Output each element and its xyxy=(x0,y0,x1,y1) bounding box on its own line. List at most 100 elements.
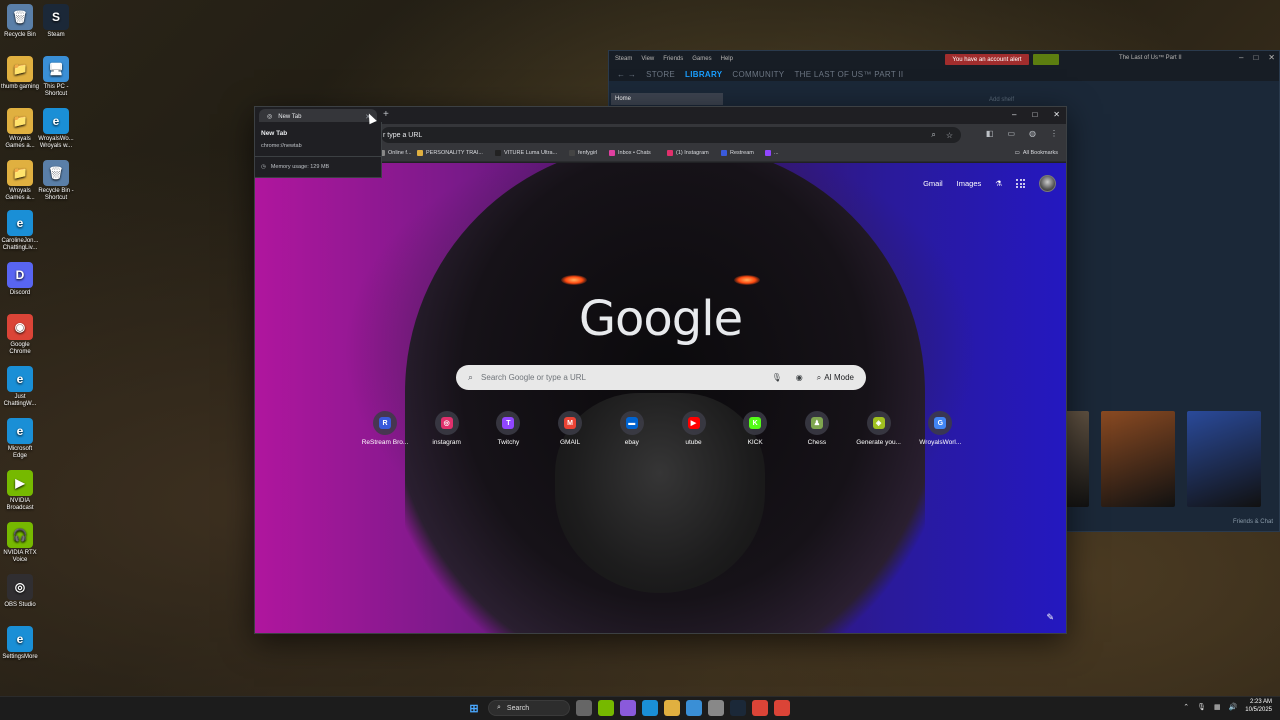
game-tile[interactable] xyxy=(1101,411,1175,507)
shortcut-tile[interactable]: M GMAIL xyxy=(540,411,600,446)
steam-friends-button[interactable] xyxy=(1033,54,1059,65)
taskbar-settings-icon[interactable] xyxy=(708,700,724,716)
desktop-icon[interactable]: e SettingsMore xyxy=(0,626,40,661)
bookmark-item[interactable]: fenfygirl xyxy=(569,150,597,156)
ai-mode-button[interactable]: ⌕ AI Mode xyxy=(817,373,854,383)
bookmark-item[interactable]: ... xyxy=(765,150,779,156)
network-icon[interactable]: ▦ xyxy=(1214,703,1221,711)
desktop-icon[interactable]: ◎ OBS Studio xyxy=(0,574,40,609)
steam-nav-item[interactable]: THE LAST OF US™ PART II xyxy=(794,70,903,79)
taskbar-chrome-icon[interactable] xyxy=(752,700,768,716)
steam-current-game[interactable]: The Last of Us™ Part II xyxy=(1119,55,1182,61)
microphone-icon[interactable]: 🎙 xyxy=(772,373,782,382)
steam-nav-item[interactable]: STORE xyxy=(646,70,675,79)
desktop-icon[interactable]: 📁 Wroyals Games a... xyxy=(0,160,40,202)
desktop-icon[interactable]: e Just ChattingW... xyxy=(0,366,40,408)
gmail-link[interactable]: Gmail xyxy=(923,179,943,188)
customize-pencil-icon[interactable]: ✎ xyxy=(1046,612,1054,623)
shortcut-tile[interactable]: K KICK xyxy=(725,411,785,446)
bookmark-star-icon[interactable]: ☆ xyxy=(946,131,953,140)
desktop-icon[interactable]: e Microsoft Edge xyxy=(0,418,40,460)
shortcut-tile[interactable]: R ReStream Bro... xyxy=(355,411,415,446)
microphone-icon[interactable]: 🎙 xyxy=(1197,703,1206,711)
maximize-icon[interactable]: □ xyxy=(1032,110,1037,119)
omnibox[interactable]: r type a URL ⌕ ☆ xyxy=(381,127,961,143)
start-windows-icon[interactable]: ⊞ xyxy=(466,700,482,716)
desktop-app-icon: e xyxy=(7,626,33,652)
extensions-icon[interactable]: ◧ xyxy=(986,129,994,138)
minimize-icon[interactable]: – xyxy=(1012,110,1016,119)
bookmark-item[interactable]: PERSONALITY TRAI... xyxy=(417,150,483,156)
close-icon[interactable]: ✕ xyxy=(1053,110,1060,119)
search-box[interactable]: ⌕ Search Google or type a URL 🎙 ◉ ⌕ AI M… xyxy=(456,365,866,390)
desktop-icon[interactable]: 🖥 This PC - Shortcut xyxy=(36,56,76,98)
desktop-icon[interactable]: ◉ Google Chrome xyxy=(0,314,40,356)
desktop-icon[interactable]: ▶ NVIDIA Broadcast xyxy=(0,470,40,512)
taskbar-edge-icon[interactable] xyxy=(642,700,658,716)
bookmark-item[interactable]: VITURE Luma Ultra... xyxy=(495,150,557,156)
taskbar-file-explorer-icon[interactable] xyxy=(664,700,680,716)
steam-nav-item[interactable]: LIBRARY xyxy=(685,70,722,79)
bookmark-item[interactable]: Inbox • Chats xyxy=(609,150,651,156)
apps-grid-icon[interactable] xyxy=(1016,179,1025,188)
steam-menu-item[interactable]: Games xyxy=(692,56,711,62)
desktop-icon[interactable]: 🗑 Recycle Bin - Shortcut xyxy=(36,160,76,202)
game-tile[interactable] xyxy=(1187,411,1261,507)
images-link[interactable]: Images xyxy=(957,179,982,188)
desktop-icon[interactable]: e CarolineJon... ChattingLiv... xyxy=(0,210,40,252)
avatar[interactable] xyxy=(1039,175,1056,192)
bookmark-label: (1) Instagram xyxy=(676,150,709,156)
shortcut-tile[interactable]: ♟ Chess xyxy=(787,411,847,446)
all-bookmarks-button[interactable]: ▭ All Bookmarks xyxy=(1015,150,1058,156)
desktop-icon[interactable]: D Discord xyxy=(0,262,40,297)
shortcut-tile[interactable]: ◎ instagram xyxy=(417,411,477,446)
side-panel-icon[interactable]: ▭ xyxy=(1007,129,1015,138)
friends-chat-button[interactable]: Friends & Chat xyxy=(1233,519,1273,525)
add-shelf-button[interactable]: Add shelf xyxy=(989,97,1014,103)
volume-icon[interactable]: 🔊 xyxy=(1229,703,1238,711)
close-icon[interactable]: ✕ xyxy=(1268,53,1275,62)
shortcut-tile[interactable]: G WroyalsWorl... xyxy=(910,411,970,446)
new-tab-button[interactable]: + xyxy=(383,109,389,120)
labs-flask-icon[interactable]: ⚗ xyxy=(995,179,1002,188)
zoom-icon[interactable]: ⌕ xyxy=(931,130,935,140)
taskbar-steam-icon[interactable] xyxy=(730,700,746,716)
taskbar-nvidia-icon[interactable] xyxy=(598,700,614,716)
steam-menu-item[interactable]: Steam xyxy=(615,56,632,62)
shortcut-tile[interactable]: ▶ utube xyxy=(664,411,724,446)
desktop-icon[interactable]: 📁 Wroyals Games a... xyxy=(0,108,40,150)
desktop-icon[interactable]: S Steam xyxy=(36,4,76,39)
chevron-up-icon[interactable]: ⌃ xyxy=(1183,703,1189,711)
search-input[interactable]: Search Google or type a URL xyxy=(481,373,586,382)
shortcut-tile[interactable]: ▬ ebay xyxy=(602,411,662,446)
bookmark-item[interactable]: (1) Instagram xyxy=(667,150,709,156)
taskbar-copilot-icon[interactable] xyxy=(620,700,636,716)
desktop-icon[interactable]: 🎧 NVIDIA RTX Voice xyxy=(0,522,40,564)
minimize-icon[interactable]: – xyxy=(1239,53,1243,62)
lens-icon[interactable]: ◉ xyxy=(796,373,803,382)
bookmark-item[interactable]: Online f... xyxy=(379,150,412,156)
maximize-icon[interactable]: □ xyxy=(1253,53,1258,62)
desktop-icon[interactable]: e WroyalsWo... Wroyals w... xyxy=(36,108,76,150)
shortcut-favicon-icon: ◈ xyxy=(872,417,885,429)
shortcut-tile[interactable]: T Twitchy xyxy=(478,411,538,446)
taskbar-store-icon[interactable] xyxy=(686,700,702,716)
desktop-icon[interactable]: 📁 thumb gaming xyxy=(0,56,40,91)
desktop-icon[interactable]: 🗑 Recycle Bin xyxy=(0,4,40,39)
steam-menu-item[interactable]: Friends xyxy=(663,56,683,62)
steam-back-forward-icon[interactable]: ← → xyxy=(617,70,636,79)
taskbar-chrome-2-icon[interactable] xyxy=(774,700,790,716)
profile-icon[interactable]: ◍ xyxy=(1029,129,1036,138)
shortcut-tile[interactable]: ◈ Generate you... xyxy=(849,411,909,446)
bookmark-item[interactable]: Restream xyxy=(721,150,754,156)
chrome-window[interactable]: ◎ New Tab ✕ + – □ ✕ r type a URL ⌕ ☆ ◧ ▭… xyxy=(254,106,1067,634)
clock[interactable]: 2:23 AM 10/5/2025 xyxy=(1245,699,1272,715)
menu-icon[interactable]: ⋮ xyxy=(1050,129,1058,138)
steam-menu-item[interactable]: View xyxy=(641,56,654,62)
taskbar-search[interactable]: ⌕ Search xyxy=(488,700,570,716)
steam-home-item[interactable]: Home xyxy=(611,93,723,105)
taskbar-task-view-icon[interactable] xyxy=(576,700,592,716)
steam-nav-item[interactable]: COMMUNITY xyxy=(732,70,784,79)
account-alert-button[interactable]: You have an account alert xyxy=(945,54,1029,65)
steam-menu-item[interactable]: Help xyxy=(721,56,733,62)
